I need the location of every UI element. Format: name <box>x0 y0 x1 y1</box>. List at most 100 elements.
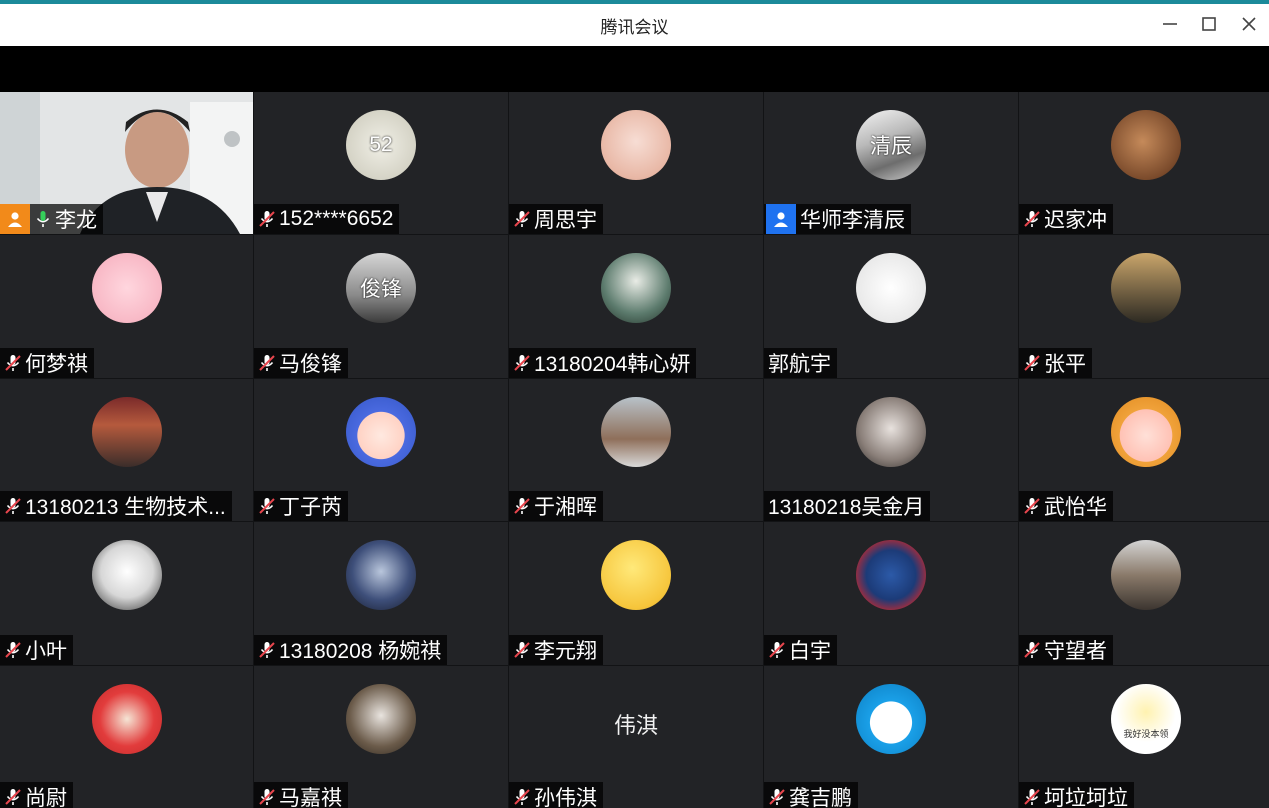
participant-name-bar: 何梦祺 <box>0 348 94 378</box>
user-icon <box>774 212 788 227</box>
participant-name-bar: 小叶 <box>0 635 73 665</box>
participant-tile[interactable]: 伟淇孙伟淇 <box>509 666 763 808</box>
participant-name: 何梦祺 <box>25 353 88 376</box>
mic-muted-icon <box>1024 211 1040 227</box>
avatar <box>856 397 926 467</box>
participant-name-bar: 郭航宇 <box>764 348 837 378</box>
maximize-icon <box>1202 17 1216 31</box>
mic-muted-icon <box>514 498 530 514</box>
avatar <box>91 684 162 754</box>
participant-name-bar: 周思宇 <box>509 204 603 234</box>
participant-name: 周思宇 <box>534 209 597 232</box>
participant-name: 李龙 <box>55 209 97 232</box>
participant-tile[interactable]: 何梦祺 <box>0 235 253 378</box>
mic-muted-icon <box>511 208 533 230</box>
participant-name-bar: 守望者 <box>1019 635 1113 665</box>
participant-name: 龚吉鹏 <box>789 787 852 808</box>
avatar <box>1111 397 1181 467</box>
participant-name-bar: 孙伟淇 <box>509 782 603 808</box>
avatar-caption: 清辰 <box>870 135 912 158</box>
participant-name-bar: 坷垃坷垃 <box>1019 782 1134 808</box>
participant-name-bar: 迟家冲 <box>1019 204 1113 234</box>
participant-tile[interactable]: 李龙 <box>0 92 253 234</box>
participant-name: 152****6652 <box>279 207 394 230</box>
participant-name-bar: 于湘晖 <box>509 491 603 521</box>
mic-muted-icon <box>511 495 533 517</box>
participant-name-bar: 13180208 杨婉祺 <box>254 635 448 665</box>
participant-name: 迟家冲 <box>1044 209 1107 232</box>
user-icon <box>8 212 22 227</box>
avatar <box>601 110 671 180</box>
avatar <box>1111 110 1181 180</box>
close-button[interactable] <box>1235 10 1263 38</box>
mic-muted-icon <box>5 498 21 514</box>
participant-tile[interactable]: 丁子芮 <box>254 379 508 521</box>
participant-name-bar: 华师李清辰 <box>764 204 911 234</box>
participant-name: 李元翔 <box>534 640 597 663</box>
participant-tile[interactable]: 我好没本领坷垃坷垃 <box>1019 666 1269 808</box>
participant-tile[interactable]: 小叶 <box>0 522 253 665</box>
toolbar-strip <box>0 46 1269 92</box>
participant-tile[interactable]: 守望者 <box>1019 522 1269 665</box>
avatar-caption: 我好没本领 <box>1123 729 1169 739</box>
title-bar: 腾讯会议 <box>0 0 1269 46</box>
participant-name: 于湘晖 <box>534 496 597 519</box>
mic-muted-icon <box>259 789 275 805</box>
avatar <box>91 253 162 323</box>
mic-muted-icon <box>511 639 533 661</box>
participant-tile[interactable]: 马嘉祺 <box>254 666 508 808</box>
participant-name-bar: 马俊锋 <box>254 348 348 378</box>
participant-name: 白宇 <box>789 640 831 663</box>
participant-tile[interactable]: 清辰华师李清辰 <box>764 92 1018 234</box>
mic-muted-icon <box>511 352 533 374</box>
maximize-button[interactable] <box>1195 10 1223 38</box>
mic-muted-icon <box>5 355 21 371</box>
mic-muted-icon <box>766 786 788 808</box>
participant-name: 尚尉 <box>25 787 67 808</box>
avatar: 俊锋 <box>346 253 416 323</box>
mic-muted-icon <box>5 642 21 658</box>
participant-name: 13180218吴金月 <box>768 496 925 519</box>
participant-tile[interactable]: 俊锋马俊锋 <box>254 235 508 378</box>
participant-name: 马嘉祺 <box>279 787 342 808</box>
avatar-caption: 52 <box>369 133 393 156</box>
participant-name-bar: 马嘉祺 <box>254 782 348 808</box>
mic-muted-icon <box>259 642 275 658</box>
participant-tile[interactable]: 张平 <box>1019 235 1269 378</box>
participant-tile[interactable]: 于湘晖 <box>509 379 763 521</box>
participant-name-bar: 白宇 <box>764 635 837 665</box>
participant-tile[interactable]: 迟家冲 <box>1019 92 1269 234</box>
mic-muted-icon <box>766 639 788 661</box>
mic-muted-icon <box>769 789 785 805</box>
close-icon <box>1242 17 1256 31</box>
minimize-icon <box>1163 23 1177 25</box>
participant-tile[interactable]: 白宇 <box>764 522 1018 665</box>
participant-tile[interactable]: 13180208 杨婉祺 <box>254 522 508 665</box>
participant-tile[interactable]: 龚吉鹏 <box>764 666 1018 808</box>
mic-muted-icon <box>2 352 24 374</box>
mic-muted-icon <box>1021 786 1043 808</box>
avatar <box>91 397 162 467</box>
minimize-button[interactable] <box>1156 10 1184 38</box>
participant-tile[interactable]: 武怡华 <box>1019 379 1269 521</box>
avatar <box>346 540 416 610</box>
mic-muted-icon <box>259 498 275 514</box>
mic-muted-icon <box>1024 498 1040 514</box>
participant-tile[interactable]: 周思宇 <box>509 92 763 234</box>
participant-name: 华师李清辰 <box>800 209 905 232</box>
avatar-placeholder-text: 伟淇 <box>613 713 658 738</box>
mic-on-icon <box>32 208 54 230</box>
participant-tile[interactable]: 52 152****6652 <box>254 92 508 234</box>
participant-name: 丁子芮 <box>279 496 342 519</box>
participant-tile[interactable]: 郭航宇 <box>764 235 1018 378</box>
participant-tile[interactable]: 李元翔 <box>509 522 763 665</box>
participant-name: 武怡华 <box>1044 496 1107 519</box>
participant-tile[interactable]: 尚尉 <box>0 666 253 808</box>
participant-tile[interactable]: 13180218吴金月 <box>764 379 1018 521</box>
participant-tile[interactable]: 13180213 生物技术... <box>0 379 253 521</box>
mic-muted-icon <box>514 789 530 805</box>
mic-muted-icon <box>256 352 278 374</box>
mic-muted-icon <box>2 495 24 517</box>
participant-tile[interactable]: 13180204韩心妍 <box>509 235 763 378</box>
avatar <box>856 540 926 610</box>
